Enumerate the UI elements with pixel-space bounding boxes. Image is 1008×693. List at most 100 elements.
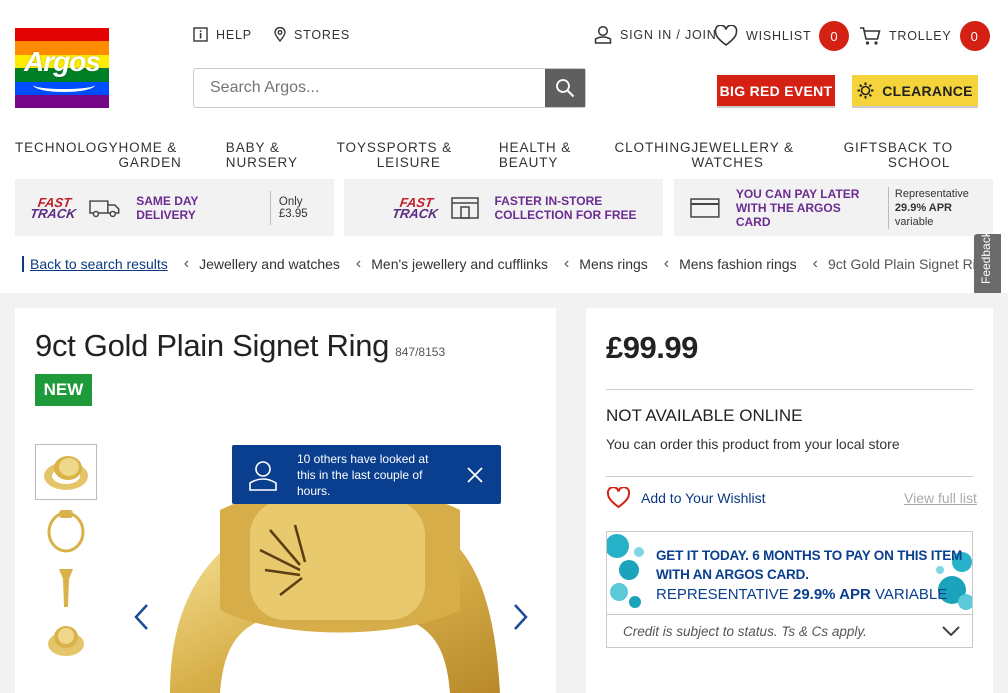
tooltip-text: 10 others have looked at this in the las… — [297, 452, 429, 498]
recently-viewed-tooltip: 10 others have looked at this in the las… — [232, 445, 501, 504]
user-icon — [594, 25, 612, 44]
finance-apr: REPRESENTATIVE 29.9% APR VARIABLE — [656, 586, 948, 603]
nav-item-health-beauty[interactable]: HEALTH & BEAUTY — [499, 140, 615, 170]
breadcrumb-item[interactable]: Men's jewellery and cufflinks — [371, 256, 548, 272]
nav-item-home-garden[interactable]: HOME & GARDEN — [119, 140, 226, 170]
finance-banner: GET IT TODAY. 6 MONTHS TO PAY ON THIS IT… — [606, 531, 973, 648]
logo-swoosh — [33, 78, 95, 92]
clearance-label: CLEARANCE — [882, 82, 973, 99]
thumbnail-3[interactable] — [35, 558, 97, 614]
product-title: 9ct Gold Plain Signet Ring — [35, 328, 390, 363]
back-to-search-link[interactable]: Back to search results — [22, 256, 168, 272]
thumbnail-2[interactable] — [35, 501, 97, 557]
location-pin-icon — [274, 27, 286, 42]
breadcrumb-item[interactable]: Jewellery and watches — [199, 256, 340, 272]
wishlist-link[interactable]: WISHLIST 0 — [714, 21, 850, 51]
big-red-event-label: BIG RED EVENT — [719, 82, 833, 99]
product-heading: 9ct Gold Plain Signet Ring 847/8153 — [35, 328, 445, 364]
signin-label: SIGN IN / JOIN — [620, 27, 717, 42]
clearance-button[interactable]: CLEARANCE — [852, 75, 978, 106]
nav-item-technology[interactable]: TECHNOLOGY — [15, 140, 119, 170]
fast-track-logo: FAST TRACK — [391, 194, 439, 221]
category-nav: TECHNOLOGY HOME & GARDEN BABY & NURSERY … — [15, 140, 1000, 170]
ring-profile-thumbnail-image — [59, 569, 73, 607]
breadcrumb-item[interactable]: Mens rings — [579, 256, 647, 272]
help-link[interactable]: HELP — [193, 27, 252, 42]
add-wishlist-label: Add to Your Wishlist — [641, 490, 766, 506]
user-icon — [249, 461, 277, 491]
wishlist-count-badge: 0 — [819, 21, 850, 51]
breadcrumb: Back to search results ‹ Jewellery and w… — [22, 255, 991, 273]
breadcrumb-current: 9ct Gold Plain Signet Ring — [827, 256, 992, 272]
nav-item-toys[interactable]: TOYS — [337, 140, 377, 170]
pay-later-text: YOU CAN PAY LATER WITH THE ARGOS CARD — [735, 186, 860, 229]
ring-side-thumbnail-image — [47, 510, 85, 553]
chevron-left-icon[interactable] — [133, 603, 149, 631]
info-icon — [193, 27, 208, 42]
stores-link[interactable]: STORES — [274, 27, 350, 42]
usp-pay-later[interactable]: YOU CAN PAY LATER WITH THE ARGOS CARD Rep… — [674, 179, 993, 236]
product-code: 847/8153 — [395, 345, 446, 359]
new-badge: NEW — [35, 374, 92, 406]
thumbnail-4[interactable] — [35, 612, 97, 668]
store-icon — [450, 196, 479, 219]
chevron-left-icon: ‹ — [355, 255, 362, 272]
availability-heading: NOT AVAILABLE ONLINE — [606, 406, 803, 425]
ring-top-thumbnail-image — [44, 456, 88, 490]
availability-note: You can order this product from your loc… — [606, 436, 900, 452]
trolley-count-badge: 0 — [959, 21, 990, 51]
nav-item-sports-leisure[interactable]: SPORTS & LEISURE — [377, 140, 499, 170]
gear-icon — [857, 82, 874, 99]
divider — [606, 476, 973, 477]
search-bar — [193, 68, 586, 108]
usp-same-day-delivery[interactable]: FAST TRACK SAME DAY DELIVERY Only £3.95 — [15, 179, 334, 236]
big-red-event-button[interactable]: BIG RED EVENT — [717, 75, 835, 106]
chevron-right-icon[interactable] — [513, 603, 529, 631]
search-input[interactable] — [194, 69, 545, 107]
add-to-wishlist-button[interactable]: Add to Your Wishlist — [606, 487, 766, 509]
credit-terms-dropdown[interactable]: Credit is subject to status. Ts & Cs app… — [607, 615, 972, 647]
fast-track-logo: FAST TRACK — [29, 194, 77, 221]
thumbnail-1[interactable] — [35, 444, 97, 500]
bubbles-left-decoration — [607, 534, 644, 608]
divider — [606, 389, 973, 390]
search-button[interactable] — [545, 69, 585, 107]
nav-item-back-to-school[interactable]: BACK TO SCHOOL — [888, 140, 1000, 170]
usp-instore-collection[interactable]: FAST TRACK FASTER IN-STORE COLLECTION FOR … — [344, 179, 663, 236]
nav-item-baby-nursery[interactable]: BABY & NURSERY — [226, 140, 337, 170]
same-day-label: SAME DAY DELIVERY — [136, 193, 199, 222]
logo-text: Argos — [24, 46, 101, 77]
product-price: £99.99 — [606, 330, 698, 365]
chevron-left-icon: ‹ — [563, 255, 570, 272]
argos-logo[interactable]: Argos — [15, 28, 109, 108]
search-icon — [556, 79, 575, 98]
finance-promo[interactable]: GET IT TODAY. 6 MONTHS TO PAY ON THIS IT… — [607, 532, 972, 615]
chevron-down-icon — [942, 626, 960, 636]
heart-icon — [606, 487, 631, 509]
wishlist-label: WISHLIST — [746, 29, 812, 43]
heart-icon — [714, 25, 738, 47]
trolley-label: TROLLEY — [889, 29, 952, 43]
instore-text: FASTER IN-STORE COLLECTION FOR FREE — [494, 193, 637, 222]
apr-info: Representative 29.9% APR variable — [887, 186, 993, 229]
nav-item-jewellery-watches[interactable]: JEWELLERY & WATCHES — [691, 140, 843, 170]
finance-headline: GET IT TODAY. 6 MONTHS TO PAY ON THIS IT… — [656, 548, 963, 582]
ring-back-thumbnail-image — [48, 626, 84, 656]
signin-link[interactable]: SIGN IN / JOIN — [594, 25, 717, 44]
close-icon[interactable] — [467, 467, 483, 483]
trolley-icon — [860, 27, 881, 45]
nav-item-gifts[interactable]: GIFTS — [844, 140, 888, 170]
chevron-left-icon: ‹ — [812, 255, 818, 272]
view-full-list-link[interactable]: View full list — [904, 490, 977, 506]
help-label: HELP — [216, 27, 252, 42]
stores-label: STORES — [294, 27, 350, 42]
chevron-left-icon: ‹ — [183, 255, 190, 272]
same-day-price: Only £3.95 — [269, 190, 334, 225]
feedback-label: Feedback — [979, 231, 993, 284]
breadcrumb-item[interactable]: Mens fashion rings — [679, 256, 797, 272]
trolley-link[interactable]: TROLLEY 0 — [859, 21, 990, 51]
van-icon — [88, 199, 119, 217]
credit-terms-text: Credit is subject to status. Ts & Cs app… — [623, 623, 867, 639]
credit-card-icon — [690, 197, 720, 218]
nav-item-clothing[interactable]: CLOTHING — [615, 140, 692, 170]
